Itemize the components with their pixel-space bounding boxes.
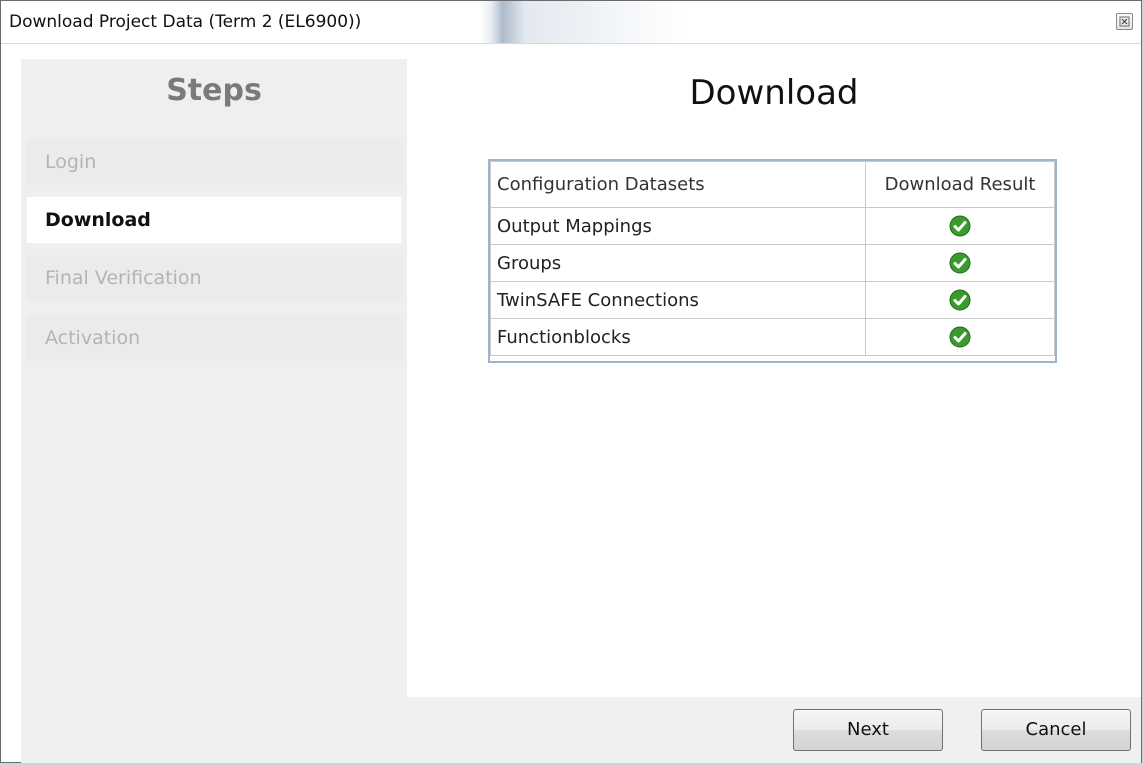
dataset-name: Groups	[490, 244, 866, 282]
download-result	[865, 281, 1055, 319]
download-result	[865, 207, 1055, 245]
check-icon	[949, 326, 971, 348]
close-icon	[1119, 16, 1130, 27]
close-button[interactable]	[1116, 13, 1133, 30]
step-final-verification[interactable]: Final Verification	[27, 255, 401, 301]
check-icon	[949, 215, 971, 237]
table-header-row: Configuration Datasets Download Result	[490, 161, 1055, 208]
download-result	[865, 318, 1055, 356]
dialog-footer: Next Cancel	[21, 697, 1141, 763]
table-row[interactable]: Output Mappings	[490, 207, 1055, 245]
dataset-name: Functionblocks	[490, 318, 866, 356]
datasets-table: Configuration Datasets Download Result O…	[488, 159, 1057, 363]
column-header-configuration-datasets[interactable]: Configuration Datasets	[490, 161, 866, 208]
check-icon	[949, 289, 971, 311]
download-result	[865, 244, 1055, 282]
step-login[interactable]: Login	[27, 139, 401, 185]
steps-sidebar: Steps Login Download Final Verification …	[21, 59, 407, 697]
cancel-button[interactable]: Cancel	[981, 709, 1131, 751]
table-row[interactable]: Groups	[490, 244, 1055, 282]
title-bar[interactable]: Download Project Data (Term 2 (EL6900))	[1, 1, 1141, 44]
next-button[interactable]: Next	[793, 709, 943, 751]
steps-title: Steps	[166, 73, 262, 108]
check-icon	[949, 252, 971, 274]
dataset-name: TwinSAFE Connections	[490, 281, 866, 319]
step-activation[interactable]: Activation	[27, 315, 401, 361]
step-download[interactable]: Download	[27, 197, 401, 243]
window-title: Download Project Data (Term 2 (EL6900))	[9, 12, 362, 32]
page-title: Download	[689, 73, 859, 113]
download-project-data-dialog: Download Project Data (Term 2 (EL6900)) …	[0, 0, 1142, 763]
table-row[interactable]: Functionblocks	[490, 318, 1055, 356]
table-row[interactable]: TwinSAFE Connections	[490, 281, 1055, 319]
column-header-download-result[interactable]: Download Result	[865, 161, 1055, 208]
dataset-name: Output Mappings	[490, 207, 866, 245]
